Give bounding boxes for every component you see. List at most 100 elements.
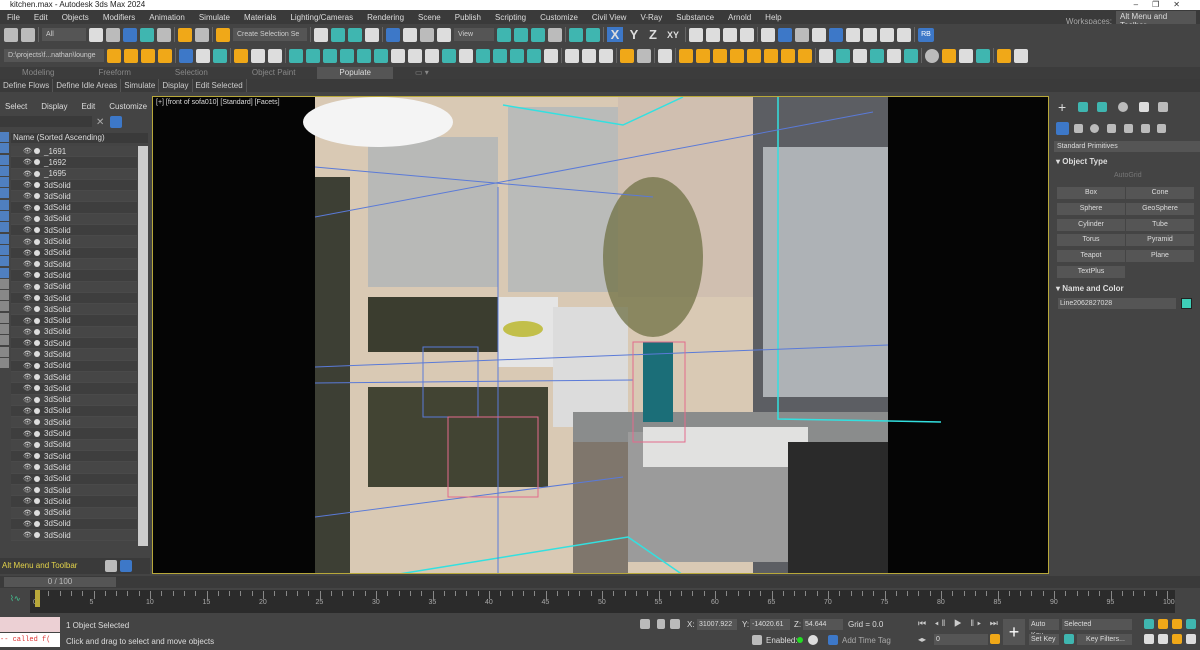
display-filter-icon[interactable] (0, 132, 9, 142)
primitive-button-cylinder[interactable]: Cylinder (1057, 218, 1125, 231)
visibility-eye-icon[interactable]: 👁︎ (23, 418, 32, 426)
list-item[interactable]: 👁︎ 3dSolid (11, 439, 137, 452)
visibility-eye-icon[interactable]: 👁︎ (23, 509, 32, 517)
menu-animation[interactable]: Animation (142, 13, 192, 22)
hierarchy-tab-icon[interactable] (1097, 102, 1107, 112)
z-coordinate-input[interactable]: 54.644 (803, 619, 843, 630)
display-filter-icon[interactable] (0, 165, 9, 176)
list-item[interactable]: 👁︎ 3dSolid (11, 202, 137, 214)
save-icon[interactable] (179, 48, 193, 63)
name-column-header[interactable]: Name (Sorted Ascending) (11, 133, 148, 143)
axis-z-button[interactable]: Z (645, 27, 661, 42)
cameras-icon[interactable] (1107, 124, 1116, 133)
freeze-dot-icon[interactable] (34, 464, 40, 471)
mesh-light-icon[interactable] (730, 48, 744, 63)
list-item[interactable]: 👁︎ _1692 (11, 157, 137, 169)
display-filter-icon[interactable] (0, 312, 9, 323)
teapot-render-icon[interactable] (178, 27, 192, 42)
dome-icon[interactable] (582, 48, 596, 63)
list-item[interactable]: 👁︎ 3dSolid (11, 371, 137, 384)
spacing-icon[interactable] (586, 27, 600, 42)
visibility-eye-icon[interactable]: 👁︎ (23, 373, 32, 381)
bitmap-icon[interactable] (976, 48, 990, 63)
list-item[interactable]: 👁︎ 3dSolid (11, 428, 137, 440)
primitive-button-box[interactable]: Box (1057, 187, 1125, 199)
list-item[interactable]: 👁︎ 3dSolid (11, 462, 137, 474)
visibility-eye-icon[interactable]: 👁︎ (23, 407, 32, 415)
list-item[interactable]: 👁︎ 3dSolid (11, 484, 137, 497)
list-item[interactable]: 👁︎ 3dSolid (11, 179, 137, 192)
viewport[interactable]: [+] [front of sofa010] [Standard] [Facet… (152, 96, 1049, 574)
redo-icon[interactable] (21, 27, 35, 42)
layer-icon[interactable] (107, 48, 121, 63)
filter-icon[interactable] (110, 116, 122, 128)
ribbon-button-define-idle-areas[interactable]: Define Idle Areas (53, 79, 122, 92)
display-filter-icon[interactable] (0, 448, 9, 458)
list-item[interactable]: 👁︎ 3dSolid (11, 417, 137, 429)
physical-camera-icon[interactable] (658, 48, 672, 63)
visibility-eye-icon[interactable]: 👁︎ (23, 531, 32, 539)
teapot-icon[interactable] (195, 27, 209, 42)
enabled-indicator[interactable] (797, 637, 803, 643)
align-icon[interactable] (348, 27, 362, 42)
modify-tab-icon[interactable] (1078, 102, 1088, 112)
freeze-dot-icon[interactable] (34, 261, 40, 268)
freeze-dot-icon[interactable] (34, 498, 40, 505)
normal-snap-icon[interactable] (897, 27, 911, 42)
visibility-eye-icon[interactable]: 👁︎ (23, 430, 32, 438)
teapot3-icon[interactable] (565, 48, 579, 63)
freeze-dot-icon[interactable] (34, 328, 40, 335)
freeze-dot-icon[interactable] (34, 520, 40, 527)
current-frame-input[interactable]: 0 (934, 634, 988, 645)
zoom-extents-all-icon[interactable] (1186, 619, 1196, 629)
display-filter-icon[interactable] (0, 381, 9, 391)
freeze-dot-icon[interactable] (34, 453, 40, 460)
list-item[interactable]: 👁︎ 3dSolid (11, 518, 137, 531)
display-filter-icon[interactable] (0, 211, 9, 222)
visibility-eye-icon[interactable]: 👁︎ (23, 328, 32, 336)
systems-icon[interactable] (1157, 124, 1166, 133)
utilities-tab-icon[interactable] (1158, 102, 1168, 112)
list-item[interactable]: 👁︎ 3dSolid (11, 292, 137, 305)
freeze-dot-icon[interactable] (34, 148, 40, 155)
primitive-button-sphere[interactable]: Sphere (1057, 202, 1125, 215)
adaptive-degradation-icon[interactable] (752, 635, 762, 645)
object-name-input[interactable]: Line2062827028 (1058, 298, 1176, 309)
display-filter-icon[interactable] (0, 369, 9, 379)
visibility-eye-icon[interactable]: 👁︎ (23, 384, 32, 392)
menu-scene[interactable]: Scene (411, 13, 448, 22)
snap-3d-icon[interactable] (689, 27, 703, 42)
sun-light-icon[interactable] (781, 48, 795, 63)
display-filter-icon[interactable] (0, 437, 9, 447)
list-item[interactable]: 👁︎ _1695 (11, 168, 137, 180)
move-icon[interactable] (386, 27, 400, 42)
menu-simulate[interactable]: Simulate (192, 13, 237, 22)
list-item[interactable]: 👁︎ 3dSolid (11, 394, 137, 406)
select-object-icon[interactable] (89, 27, 103, 42)
map-icon[interactable] (997, 48, 1011, 63)
plant-icon[interactable] (887, 48, 901, 63)
ribbon-tab-populate[interactable]: Populate (317, 67, 394, 79)
grass-icon[interactable] (870, 48, 884, 63)
menu-help[interactable]: Help (758, 13, 788, 22)
display-filter-icon[interactable] (0, 301, 9, 312)
tree-icon[interactable] (357, 48, 371, 63)
freeze-dot-icon[interactable] (34, 182, 40, 189)
display-filter-icon[interactable] (0, 414, 9, 424)
set-key-button[interactable]: Set Key (1029, 634, 1059, 645)
placement-icon[interactable] (437, 27, 451, 42)
display-filter-icon[interactable] (0, 222, 9, 233)
notes-icon[interactable] (251, 48, 265, 63)
visibility-eye-icon[interactable]: 👁︎ (23, 215, 32, 223)
spot-light-icon[interactable] (679, 48, 693, 63)
primitive-button-plane[interactable]: Plane (1126, 250, 1194, 263)
list-item[interactable]: 👁︎ _1691 (11, 146, 137, 158)
menu-publish[interactable]: Publish (448, 13, 488, 22)
menu-civil-view[interactable]: Civil View (585, 13, 634, 22)
list-item[interactable]: 👁︎ 3dSolid (11, 451, 137, 463)
visibility-eye-icon[interactable]: 👁︎ (23, 271, 32, 279)
menu-rendering[interactable]: Rendering (360, 13, 411, 22)
orbit-icon[interactable] (1172, 634, 1182, 644)
fov-icon[interactable] (1144, 634, 1154, 644)
freeze-dot-icon[interactable] (34, 430, 40, 437)
